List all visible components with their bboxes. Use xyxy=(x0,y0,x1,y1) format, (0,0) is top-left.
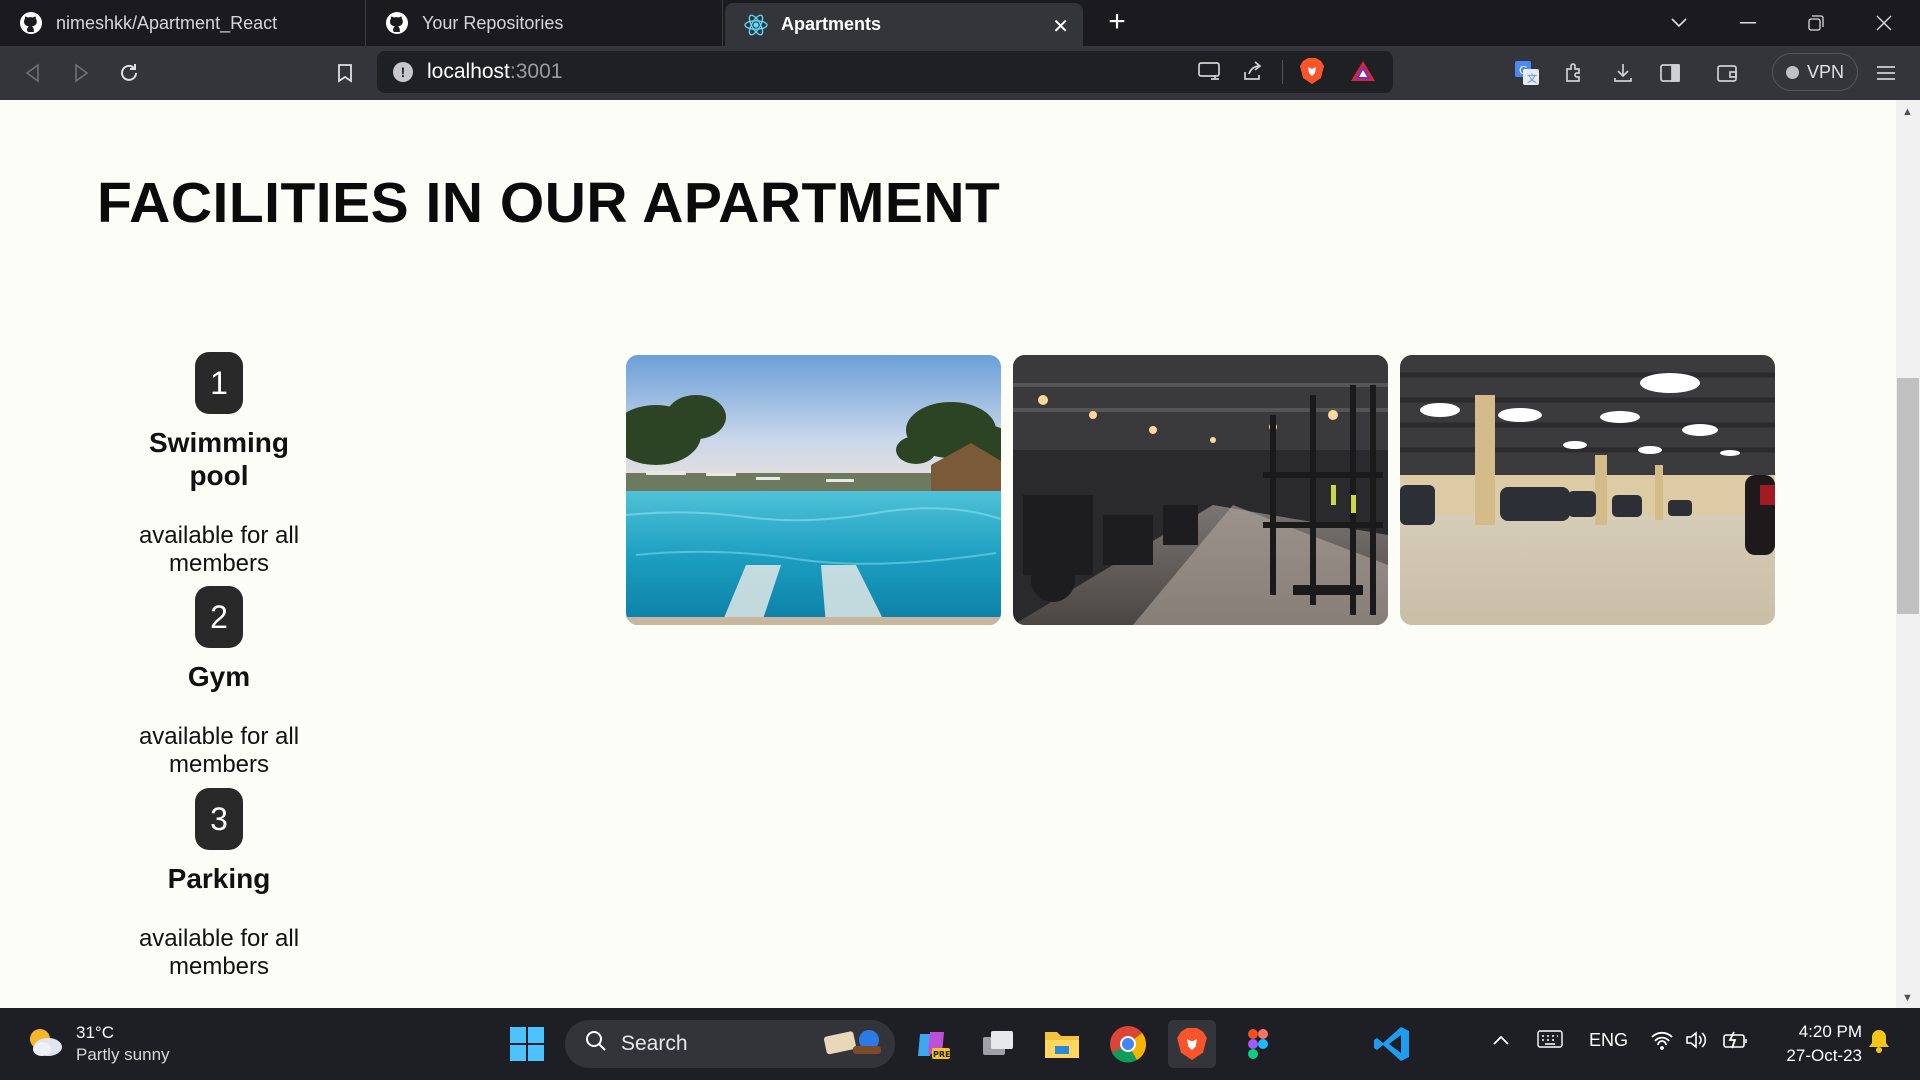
parking-garage-photo xyxy=(1400,355,1775,625)
tab-apartments[interactable]: Apartments ✕ xyxy=(725,3,1083,46)
gym-photo xyxy=(1013,355,1388,625)
brave-shields-icon[interactable] xyxy=(1299,57,1325,90)
tab-label: Your Repositories xyxy=(422,12,564,33)
share-icon[interactable] xyxy=(1241,60,1263,87)
translate-icon[interactable]: G文 xyxy=(1512,58,1542,88)
language-indicator[interactable]: ENG xyxy=(1589,1030,1628,1051)
minimize-button[interactable] xyxy=(1714,0,1782,46)
facility-number-badge: 3 xyxy=(195,788,243,850)
system-clock[interactable]: 4:20 PM 27-Oct-23 xyxy=(1770,1020,1862,1068)
page-title: FACILITIES IN OUR APARTMENT xyxy=(97,171,1001,235)
tab-apartment-react[interactable]: nimeshkk/Apartment_React xyxy=(0,0,366,46)
wifi-icon[interactable] xyxy=(1650,1030,1674,1055)
extensions-icon[interactable] xyxy=(1560,58,1590,88)
menu-icon[interactable] xyxy=(1871,58,1901,88)
weather-widget[interactable]: 31°C Partly sunny xyxy=(26,1022,170,1066)
facility-gallery xyxy=(626,355,1775,625)
brave-browser-icon[interactable] xyxy=(1168,1020,1216,1068)
scrollbar-thumb[interactable] xyxy=(1897,378,1919,614)
facility-number-badge: 1 xyxy=(195,352,243,414)
github-icon xyxy=(18,10,44,36)
taskbar: 31°C Partly sunny Search PRE ENG 4:20 PM… xyxy=(0,1008,1920,1080)
react-icon xyxy=(743,12,769,38)
copilot-icon[interactable]: PRE xyxy=(908,1020,956,1068)
start-button[interactable] xyxy=(503,1020,551,1068)
facility-name: Parking xyxy=(167,863,271,894)
cast-icon[interactable] xyxy=(1197,60,1221,87)
divider xyxy=(1282,60,1283,84)
new-tab-button[interactable]: + xyxy=(1100,5,1134,39)
back-icon[interactable] xyxy=(18,58,48,88)
chrome-icon[interactable] xyxy=(1104,1020,1152,1068)
url-text: localhost:3001 xyxy=(427,60,563,83)
wallet-icon[interactable] xyxy=(1712,58,1742,88)
facility-number-badge: 2 xyxy=(195,586,243,648)
partly-sunny-icon xyxy=(26,1025,64,1064)
vscode-icon[interactable] xyxy=(1368,1020,1416,1068)
bookmark-icon[interactable] xyxy=(330,58,360,88)
swimming-pool-photo xyxy=(626,355,1001,625)
clock-time: 4:20 PM xyxy=(1798,1022,1862,1041)
tab-strip: nimeshkk/Apartment_React Your Repositori… xyxy=(0,0,1920,46)
svg-text:文: 文 xyxy=(1527,72,1537,85)
weather-temperature: 31°C xyxy=(76,1023,114,1042)
page-scrollbar[interactable]: ▲ ▼ xyxy=(1896,100,1920,1008)
keyboard-icon[interactable] xyxy=(1537,1030,1563,1053)
brave-rewards-icon[interactable] xyxy=(1350,59,1376,88)
reload-icon[interactable] xyxy=(114,58,144,88)
page-content: FACILITIES IN OUR APARTMENT 1 Swimming p… xyxy=(0,100,1896,1008)
scroll-down-arrow-icon[interactable]: ▼ xyxy=(1902,992,1913,1004)
facility-name: Swimming pool xyxy=(148,427,289,491)
clock-date: 27-Oct-23 xyxy=(1786,1046,1862,1065)
facility-list: 1 Swimming pool available for all member… xyxy=(120,352,318,981)
scroll-up-arrow-icon[interactable]: ▲ xyxy=(1902,106,1913,118)
sidebar-icon[interactable] xyxy=(1655,58,1685,88)
facility-name: Gym xyxy=(187,661,251,692)
facility-description: available for all members xyxy=(138,925,300,980)
facility-description: available for all members xyxy=(138,522,300,577)
tab-label: Apartments xyxy=(781,14,882,34)
svg-text:PRE: PRE xyxy=(933,1050,950,1059)
facility-description: available for all members xyxy=(138,723,300,778)
facility-item: 2 Gym available for all members xyxy=(120,586,318,788)
weather-condition: Partly sunny xyxy=(76,1045,170,1064)
vpn-status-icon xyxy=(1785,65,1799,79)
taskbar-search[interactable]: Search xyxy=(565,1020,895,1068)
show-hidden-icons-chevron-icon[interactable] xyxy=(1492,1030,1510,1051)
search-icon xyxy=(585,1030,607,1058)
facility-item: 3 Parking available for all members xyxy=(120,788,318,981)
vpn-button[interactable]: VPN xyxy=(1772,53,1858,91)
close-tab-icon[interactable]: ✕ xyxy=(1052,14,1069,39)
downloads-icon[interactable] xyxy=(1608,58,1638,88)
forward-icon[interactable] xyxy=(66,58,96,88)
facility-item: 1 Swimming pool available for all member… xyxy=(120,352,318,586)
battery-charging-icon[interactable] xyxy=(1722,1030,1750,1055)
tab-label: nimeshkk/Apartment_React xyxy=(56,12,278,33)
github-icon xyxy=(384,10,410,36)
browser-toolbar: ! localhost:3001 G文 VPN xyxy=(0,46,1920,100)
task-view-icon[interactable] xyxy=(974,1020,1022,1068)
tab-search-chevron-icon[interactable] xyxy=(1645,0,1713,46)
volume-icon[interactable] xyxy=(1685,1030,1707,1055)
vpn-label: VPN xyxy=(1806,61,1844,82)
file-explorer-icon[interactable] xyxy=(1038,1020,1086,1068)
search-placeholder: Search xyxy=(621,1032,688,1055)
tab-your-repositories[interactable]: Your Repositories xyxy=(366,0,723,46)
search-highlight-icon xyxy=(819,1024,885,1064)
address-bar[interactable]: ! localhost:3001 xyxy=(377,51,1393,93)
figma-icon[interactable] xyxy=(1234,1020,1282,1068)
close-window-button[interactable] xyxy=(1850,0,1918,46)
site-info-icon[interactable]: ! xyxy=(393,62,413,82)
notification-bell-icon[interactable] xyxy=(1868,1028,1890,1059)
restore-button[interactable] xyxy=(1782,0,1850,46)
